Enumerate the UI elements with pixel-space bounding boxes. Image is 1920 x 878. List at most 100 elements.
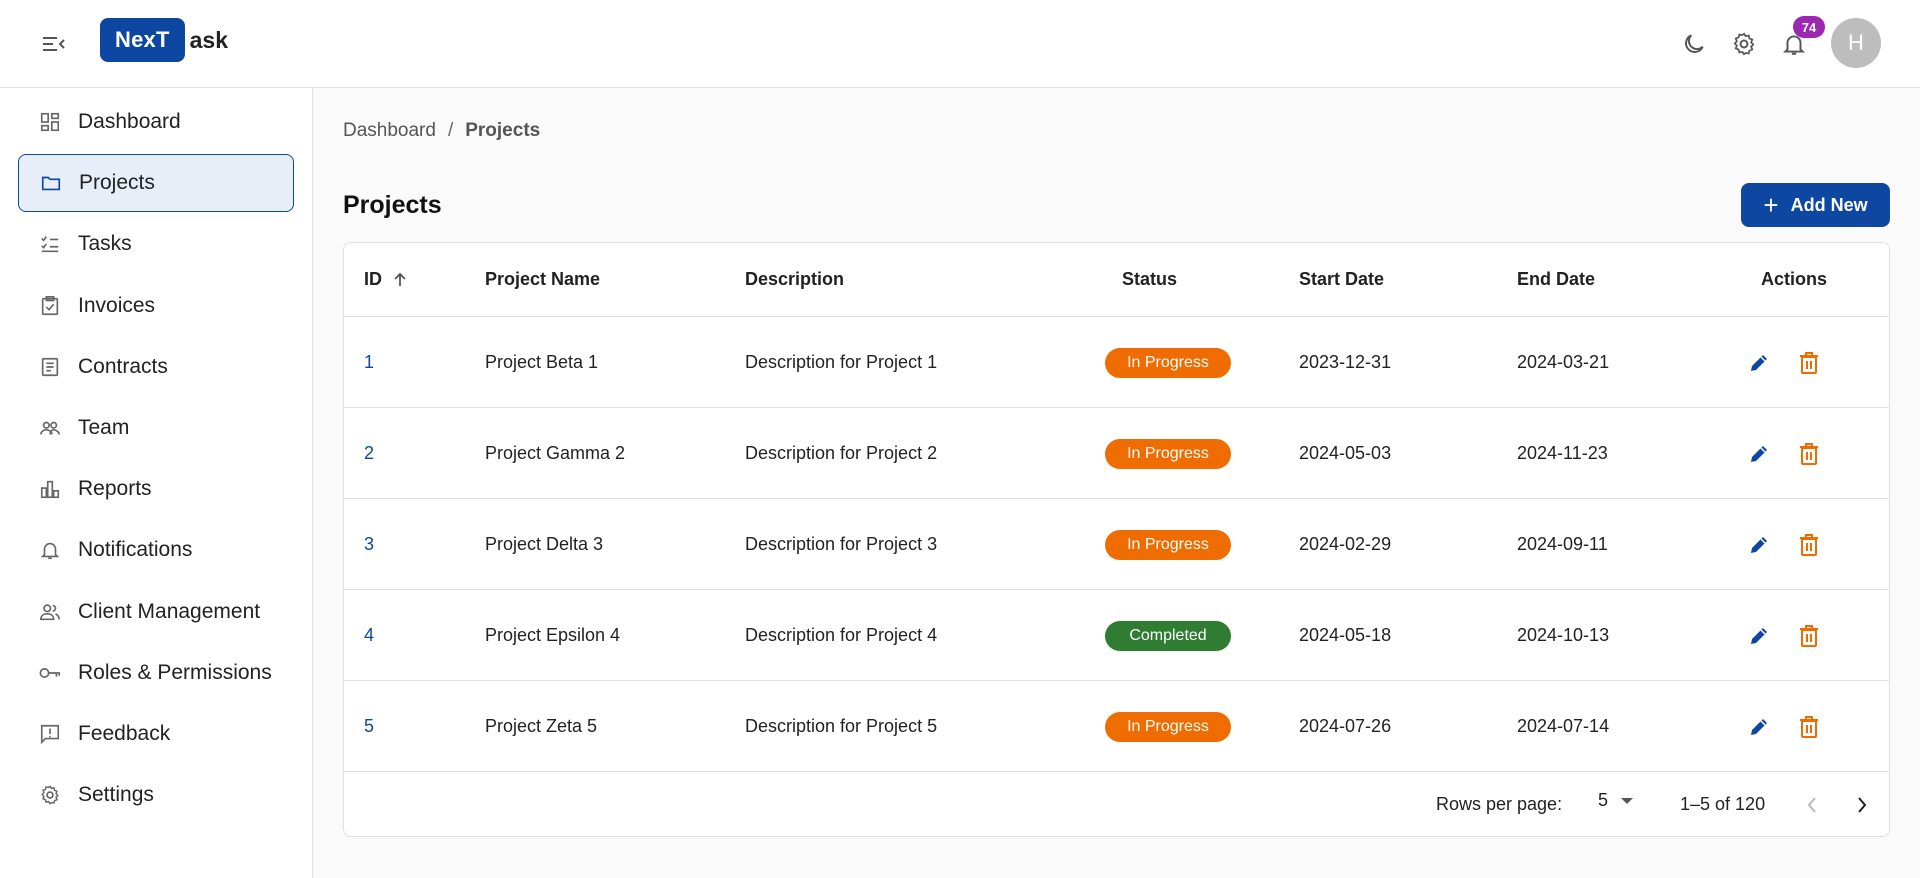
- table-row[interactable]: 5 Project Zeta 5 Description for Project 5…: [344, 680, 1889, 771]
- add-new-button[interactable]: + Add New: [1741, 183, 1890, 227]
- settings-gear-icon[interactable]: [1728, 28, 1760, 60]
- bell-icon: [38, 538, 62, 562]
- table-row[interactable]: 4 Project Epsilon 4 Description for Projec…: [344, 589, 1889, 680]
- delete-trash-icon[interactable]: [1795, 349, 1823, 377]
- dropdown-caret-icon: [1621, 797, 1634, 804]
- sidebar-item-settings[interactable]: Settings: [18, 766, 294, 824]
- sidebar-item-label: Notifications: [78, 538, 193, 562]
- cell-start-date: 2024-07-26: [1299, 716, 1392, 736]
- cell-end-date: 2024-10-13: [1517, 625, 1610, 645]
- breadcrumb: Dashboard / Projects: [343, 120, 540, 142]
- group-icon: [38, 600, 62, 624]
- page-title: Projects: [343, 191, 442, 219]
- sidebar-item-invoices[interactable]: Invoices: [18, 277, 294, 335]
- cell-project-name: Project Delta 3: [485, 534, 604, 554]
- previous-page-button[interactable]: [1797, 790, 1827, 820]
- sidebar-item-label: Roles & Permissions: [78, 660, 272, 684]
- cell-description: Description for Project 3: [745, 534, 938, 554]
- table-row[interactable]: 3 Project Delta 3 Description for Project …: [344, 498, 1889, 589]
- edit-pencil-icon[interactable]: [1745, 440, 1773, 468]
- sidebar-item-team[interactable]: Team: [18, 399, 294, 457]
- column-header-description[interactable]: Description: [745, 243, 844, 316]
- cell-end-date: 2024-11-23: [1517, 443, 1608, 463]
- sidebar-item-label: Reports: [78, 477, 152, 501]
- gear-icon: [38, 783, 62, 807]
- delete-trash-icon[interactable]: [1795, 713, 1823, 741]
- cell-id[interactable]: 5: [364, 681, 374, 772]
- dark-mode-moon-icon[interactable]: [1678, 28, 1710, 60]
- cell-id[interactable]: 3: [364, 499, 374, 590]
- sidebar-item-roles-and-permissions[interactable]: Roles & Permissions: [18, 644, 294, 702]
- sidebar-item-label: Dashboard: [78, 110, 181, 133]
- cell-id[interactable]: 2: [364, 408, 374, 499]
- cell-description: Description for Project 5: [745, 716, 938, 736]
- sidebar-item-contracts[interactable]: Contracts: [18, 338, 294, 396]
- column-header-id[interactable]: ID: [364, 243, 408, 316]
- document-icon: [38, 355, 62, 379]
- sidebar-item-reports[interactable]: Reports: [18, 460, 294, 518]
- cell-end-date: 2024-09-11: [1517, 534, 1608, 554]
- user-avatar[interactable]: H: [1831, 18, 1881, 68]
- chevron-left-icon: [1807, 797, 1816, 813]
- rows-per-page-label: Rows per page:: [1436, 794, 1563, 814]
- column-header-status[interactable]: Status: [1122, 243, 1177, 316]
- cell-end-date: 2024-03-21: [1517, 352, 1610, 372]
- status-badge: In Progress: [1105, 712, 1231, 742]
- edit-pencil-icon[interactable]: [1745, 531, 1773, 559]
- column-header-actions: Actions: [1761, 269, 1828, 289]
- app-logo[interactable]: NexT ask: [100, 18, 228, 62]
- folder-icon: [39, 171, 63, 195]
- table-pagination: Rows per page: 5 1–5 of 120: [344, 771, 1889, 837]
- sidebar-item-dashboard[interactable]: Dashboard: [18, 93, 294, 151]
- dashboard-icon: [38, 110, 62, 134]
- status-badge: In Progress: [1105, 530, 1231, 560]
- cell-project-name: Project Beta 1: [485, 352, 599, 372]
- notification-count-badge: 74: [1793, 16, 1825, 38]
- cell-end-date: 2024-07-14: [1517, 716, 1610, 736]
- edit-pencil-icon[interactable]: [1745, 713, 1773, 741]
- column-header-end-date[interactable]: End Date: [1517, 243, 1595, 316]
- edit-pencil-icon[interactable]: [1745, 622, 1773, 650]
- edit-pencil-icon[interactable]: [1745, 349, 1773, 377]
- cell-id[interactable]: 1: [364, 317, 374, 408]
- status-badge: In Progress: [1105, 348, 1231, 378]
- projects-table: ID Project Name Description Status Start…: [343, 242, 1890, 837]
- cell-id[interactable]: 4: [364, 590, 374, 681]
- cell-project-name: Project Zeta 5: [485, 716, 598, 736]
- menu-collapse-icon[interactable]: [38, 30, 70, 58]
- cell-project-name: Project Gamma 2: [485, 443, 626, 463]
- sidebar-item-tasks[interactable]: Tasks: [18, 215, 294, 273]
- cell-start-date: 2024-05-18: [1299, 625, 1392, 645]
- logo-box: NexT: [100, 18, 185, 62]
- delete-trash-icon[interactable]: [1795, 440, 1823, 468]
- delete-trash-icon[interactable]: [1795, 531, 1823, 559]
- cell-description: Description for Project 2: [745, 443, 938, 463]
- rows-per-page-select[interactable]: 5: [1598, 790, 1634, 811]
- sidebar-item-label: Team: [78, 416, 130, 439]
- cell-description: Description for Project 1: [745, 352, 938, 372]
- sidebar-item-projects[interactable]: Projects: [18, 154, 294, 213]
- sidebar-item-notifications[interactable]: Notifications: [18, 521, 294, 579]
- cell-project-name: Project Epsilon 4: [485, 625, 621, 645]
- table-row[interactable]: 2 Project Gamma 2 Description for Project …: [344, 407, 1889, 498]
- column-header-start-date[interactable]: Start Date: [1299, 243, 1384, 316]
- breadcrumb-current: Projects: [465, 120, 541, 141]
- sidebar-item-feedback[interactable]: Feedback: [18, 705, 294, 763]
- feedback-icon: [38, 722, 62, 746]
- logo-text: ask: [189, 26, 228, 53]
- column-header-project-name[interactable]: Project Name: [485, 243, 600, 316]
- sidebar-item-client-management[interactable]: Client Management: [18, 583, 294, 641]
- sidebar-item-label: Invoices: [78, 293, 156, 317]
- status-badge: Completed: [1105, 621, 1231, 651]
- next-page-button[interactable]: [1847, 790, 1877, 820]
- delete-trash-icon[interactable]: [1795, 622, 1823, 650]
- column-header-id-label: ID: [364, 269, 382, 289]
- pagination-range: 1–5 of 120: [1680, 794, 1766, 814]
- bar-chart-icon: [38, 477, 62, 501]
- breadcrumb-dashboard-link[interactable]: Dashboard: [343, 120, 436, 142]
- table-row[interactable]: 1 Project Beta 1 Description for Project 1…: [344, 316, 1889, 407]
- sidebar-item-label: Client Management: [78, 599, 261, 623]
- add-new-label: Add New: [1790, 194, 1868, 215]
- sidebar-item-label: Projects: [79, 171, 155, 195]
- sidebar-item-label: Settings: [78, 783, 154, 807]
